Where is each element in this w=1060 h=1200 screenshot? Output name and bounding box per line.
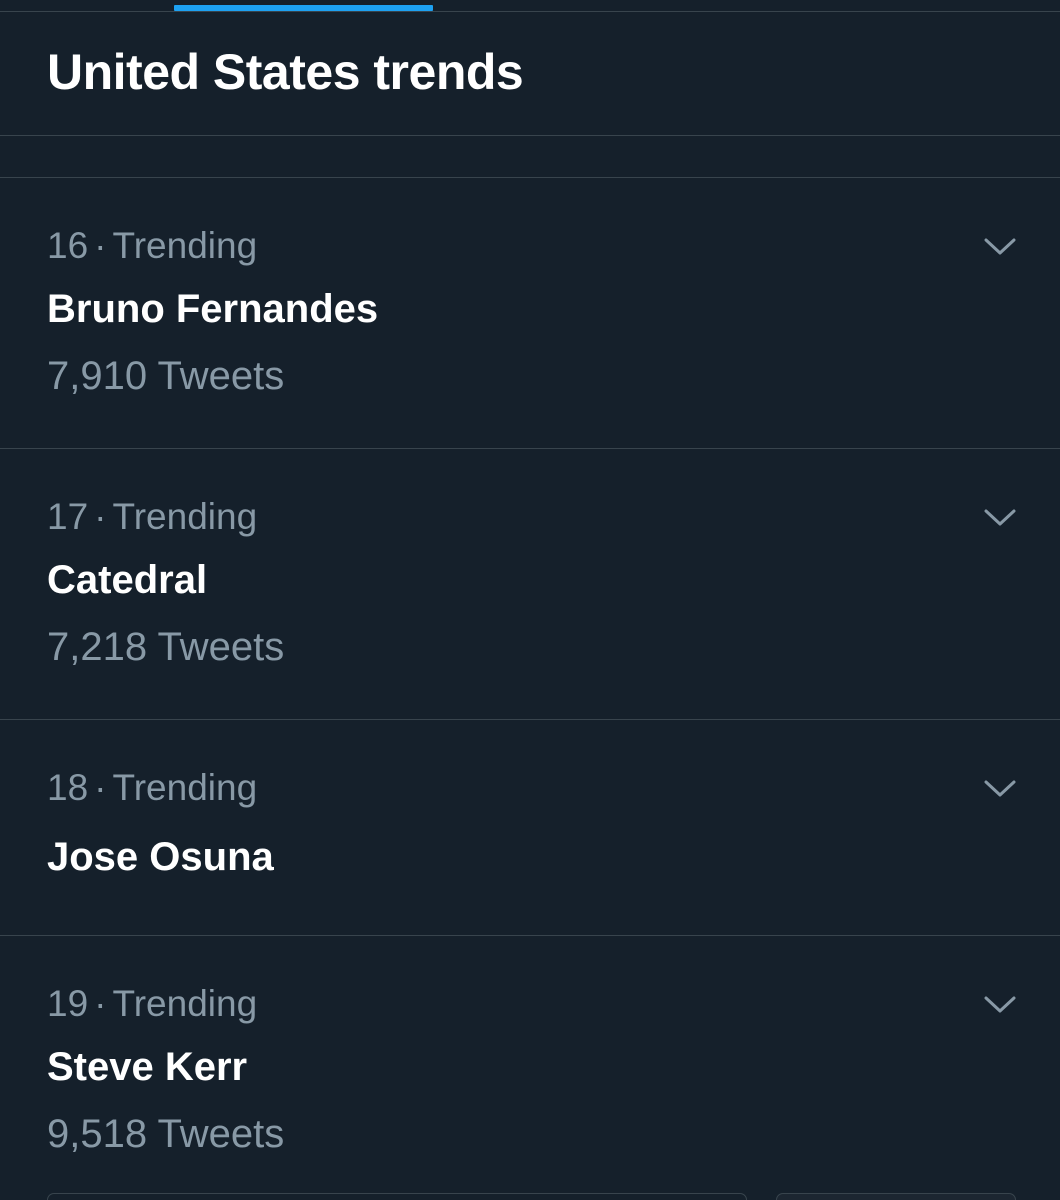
trend-meta: 18 · Trending — [47, 766, 257, 810]
media-thumbnail-edge — [776, 1193, 1016, 1200]
chevron-down-icon[interactable] — [982, 505, 1018, 529]
trend-name: Steve Kerr — [47, 1045, 248, 1089]
chevron-down-icon[interactable] — [982, 234, 1018, 258]
trend-meta: 17 · Trending — [47, 495, 257, 539]
trend-category: Trending — [112, 983, 258, 1024]
chevron-down-icon[interactable] — [982, 776, 1018, 800]
trend-item[interactable]: 18 · Trending Jose Osuna — [0, 720, 1060, 936]
trend-rank: 16 — [47, 225, 89, 266]
section-spacer — [0, 136, 1060, 178]
trend-separator: · — [94, 496, 107, 537]
trend-rank: 19 — [47, 983, 89, 1024]
page-title: United States trends — [47, 44, 524, 100]
trend-category: Trending — [112, 767, 258, 808]
trend-name: Jose Osuna — [47, 835, 274, 879]
trend-rank: 17 — [47, 496, 89, 537]
trend-rank: 18 — [47, 767, 89, 808]
page-header: United States trends — [0, 12, 1060, 136]
trend-name: Catedral — [47, 558, 208, 602]
trend-tweet-count: 7,910 Tweets — [47, 354, 285, 398]
embedded-card-edge — [47, 1193, 747, 1200]
trend-separator: · — [94, 225, 107, 266]
trend-name: Bruno Fernandes — [47, 287, 379, 331]
trend-category: Trending — [112, 225, 258, 266]
trend-item[interactable]: 16 · Trending Bruno Fernandes 7,910 Tweets — [0, 178, 1060, 449]
chevron-down-icon[interactable] — [982, 992, 1018, 1016]
active-tab-indicator — [174, 5, 433, 11]
trend-separator: · — [94, 983, 107, 1024]
trend-item[interactable]: 17 · Trending Catedral 7,218 Tweets — [0, 449, 1060, 720]
trend-item[interactable]: 19 · Trending Steve Kerr 9,518 Tweets — [0, 936, 1060, 1200]
trend-meta: 16 · Trending — [47, 224, 257, 268]
trend-tweet-count: 7,218 Tweets — [47, 625, 285, 669]
top-tab-bar — [0, 0, 1060, 12]
trend-separator: · — [94, 767, 107, 808]
trend-tweet-count: 9,518 Tweets — [47, 1112, 285, 1156]
trend-category: Trending — [112, 496, 258, 537]
trend-meta: 19 · Trending — [47, 982, 257, 1026]
